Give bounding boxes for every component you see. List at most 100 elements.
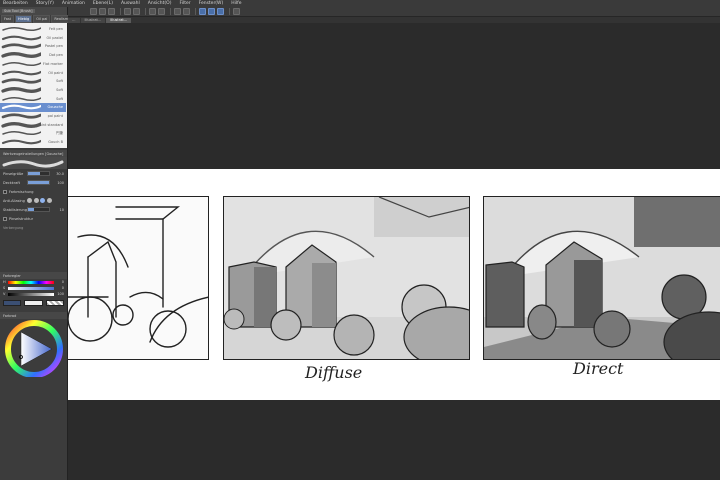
snap-ruler-icon[interactable]	[199, 8, 206, 15]
left-panel: Sub Tool [Brush] Fast Hiebig Oil pai Realis…	[0, 7, 90, 480]
color-channel-value[interactable]: 100	[54, 292, 64, 296]
fill-icon[interactable]	[158, 8, 165, 15]
brush-tip-sub-row: Verbergung	[0, 223, 67, 232]
brush-item[interactable]: paint standard	[0, 121, 66, 130]
color-mix-label: Farbmischung	[9, 189, 34, 194]
menu-item[interactable]: Bearbeiten	[3, 1, 28, 6]
brush-label: Gouache	[47, 105, 63, 110]
brush-item[interactable]: Flat marker	[0, 60, 66, 69]
tool-tab-group: FastHiebigOil paiRealismGouac	[0, 15, 90, 23]
menu-item[interactable]: Hilfe	[231, 1, 241, 6]
transparent-swatch[interactable]	[45, 300, 64, 306]
antialias-option[interactable]	[27, 198, 32, 203]
antialias-option[interactable]	[40, 198, 45, 203]
menu-item[interactable]: Fenster(W)	[199, 1, 224, 6]
brush-tip-checkbox[interactable]	[3, 216, 7, 221]
brush-item[interactable]: Oil pastel	[0, 34, 66, 43]
tool-tab[interactable]: Hiebig	[15, 15, 33, 23]
stabilization-label: Stabilisierung	[3, 207, 27, 212]
brush-stroke-icon	[2, 26, 41, 32]
tool-tab[interactable]: Fast	[1, 15, 15, 23]
canvas-area[interactable]: Diffuse Direct	[68, 23, 720, 480]
toolbar-separator	[170, 8, 171, 15]
brush-item[interactable]: Soft	[0, 77, 66, 86]
color-channel-slider[interactable]	[8, 280, 54, 284]
stabilization-row: Stabilisierung 10	[0, 205, 67, 214]
brush-label: Dot pen	[49, 53, 63, 58]
save-icon[interactable]	[108, 8, 115, 15]
brush-item[interactable]: Pastel pen	[0, 42, 66, 51]
menu-bar: Bearbeiten Story(Y) Animation Ebene(L) Auswa…	[0, 0, 720, 7]
main-color-swatch[interactable]	[3, 300, 22, 306]
brush-label: Flat marker	[42, 61, 63, 66]
canvas-paper[interactable]: Diffuse Direct	[68, 169, 720, 400]
toolbar-separator	[229, 8, 230, 15]
tool-tab[interactable]: Oil pai	[33, 15, 51, 23]
stabilization-slider[interactable]	[27, 207, 50, 212]
redo-icon[interactable]	[133, 8, 140, 15]
brush-item[interactable]: Soft	[0, 86, 66, 95]
brush-tip-sub-label: Verbergung	[3, 225, 24, 230]
antialias-option[interactable]	[33, 198, 39, 203]
brush-stroke-icon	[1, 52, 41, 59]
menu-item[interactable]: Ansicht(O)	[148, 1, 172, 6]
transform-icon[interactable]	[183, 8, 190, 15]
snap-perspective-icon[interactable]	[217, 8, 224, 15]
brush-label: Oil pastel	[46, 35, 63, 40]
menu-item[interactable]: Animation	[62, 1, 85, 6]
color-slider-title: Farbregler	[3, 273, 21, 278]
menu-item[interactable]: Story(Y)	[36, 1, 54, 6]
opacity-slider[interactable]	[27, 180, 50, 185]
new-file-icon[interactable]	[90, 8, 97, 15]
antialias-option[interactable]	[46, 198, 52, 203]
brush-stroke-icon	[2, 131, 41, 136]
opacity-value[interactable]: 100	[50, 181, 64, 185]
command-bar	[68, 7, 720, 17]
color-channel-slider[interactable]	[8, 292, 54, 296]
brush-item[interactable]: Felt pen	[0, 25, 66, 34]
sub-tool-header: Sub Tool [Brush]	[0, 7, 67, 15]
color-mix-checkbox[interactable]	[3, 189, 7, 194]
brush-item[interactable]: 円筆	[0, 129, 66, 138]
brush-label: Felt pen	[48, 27, 63, 31]
sub-color-swatch[interactable]	[24, 300, 43, 306]
menu-item[interactable]: Auswahl	[121, 1, 140, 6]
tablet-icon[interactable]	[233, 8, 240, 15]
undo-icon[interactable]	[124, 8, 131, 15]
antialias-options	[27, 198, 53, 203]
brush-size-slider[interactable]	[27, 171, 50, 176]
tool-property-title: Werkzeugeinstellungen [Gouache]	[3, 151, 64, 156]
brush-item[interactable]: Soft	[0, 95, 66, 104]
color-wheel-icon[interactable]	[0, 319, 66, 378]
brush-item[interactable]: Gouch B	[0, 138, 66, 147]
open-icon[interactable]	[99, 8, 106, 15]
lineart-drawing-icon	[68, 206, 208, 348]
brush-item[interactable]: Oil paint	[0, 69, 66, 78]
opacity-label: Deckkraft	[3, 180, 20, 185]
brush-item[interactable]: pal paint	[0, 112, 66, 121]
brush-list: Felt pen Oil pastel Pastel pen Dot pen Flat …	[0, 23, 67, 148]
sketch-panel-diffuse	[223, 196, 470, 360]
stabilization-fill	[28, 208, 35, 211]
menu-item[interactable]: Filter	[179, 1, 190, 6]
clear-icon[interactable]	[149, 8, 156, 15]
sub-tool-tab[interactable]: Sub Tool [Brush]	[2, 9, 35, 13]
brush-item[interactable]: Dot pen	[0, 51, 66, 60]
toolbar-separator	[145, 8, 146, 15]
snap-grid-icon[interactable]	[208, 8, 215, 15]
brush-item[interactable]: Gouache	[0, 103, 66, 112]
color-channel-value[interactable]: 0	[54, 286, 64, 290]
brush-label: paint standard	[37, 122, 63, 127]
stabilization-value[interactable]: 10	[50, 208, 64, 212]
brush-label: 円筆	[56, 131, 63, 136]
brush-size-value[interactable]: 30.0	[50, 172, 64, 176]
color-channel-value[interactable]: 0	[54, 280, 64, 284]
toolbar-separator	[120, 8, 121, 15]
caption-diffuse: Diffuse	[305, 363, 363, 382]
sketch-panel-lineart	[68, 196, 209, 360]
select-icon[interactable]	[174, 8, 181, 15]
menu-item[interactable]: Ebene(L)	[93, 1, 113, 6]
color-wheel-title: Farbrad	[3, 313, 17, 318]
color-channel-slider[interactable]	[8, 286, 54, 290]
stroke-preview-icon	[2, 160, 64, 168]
